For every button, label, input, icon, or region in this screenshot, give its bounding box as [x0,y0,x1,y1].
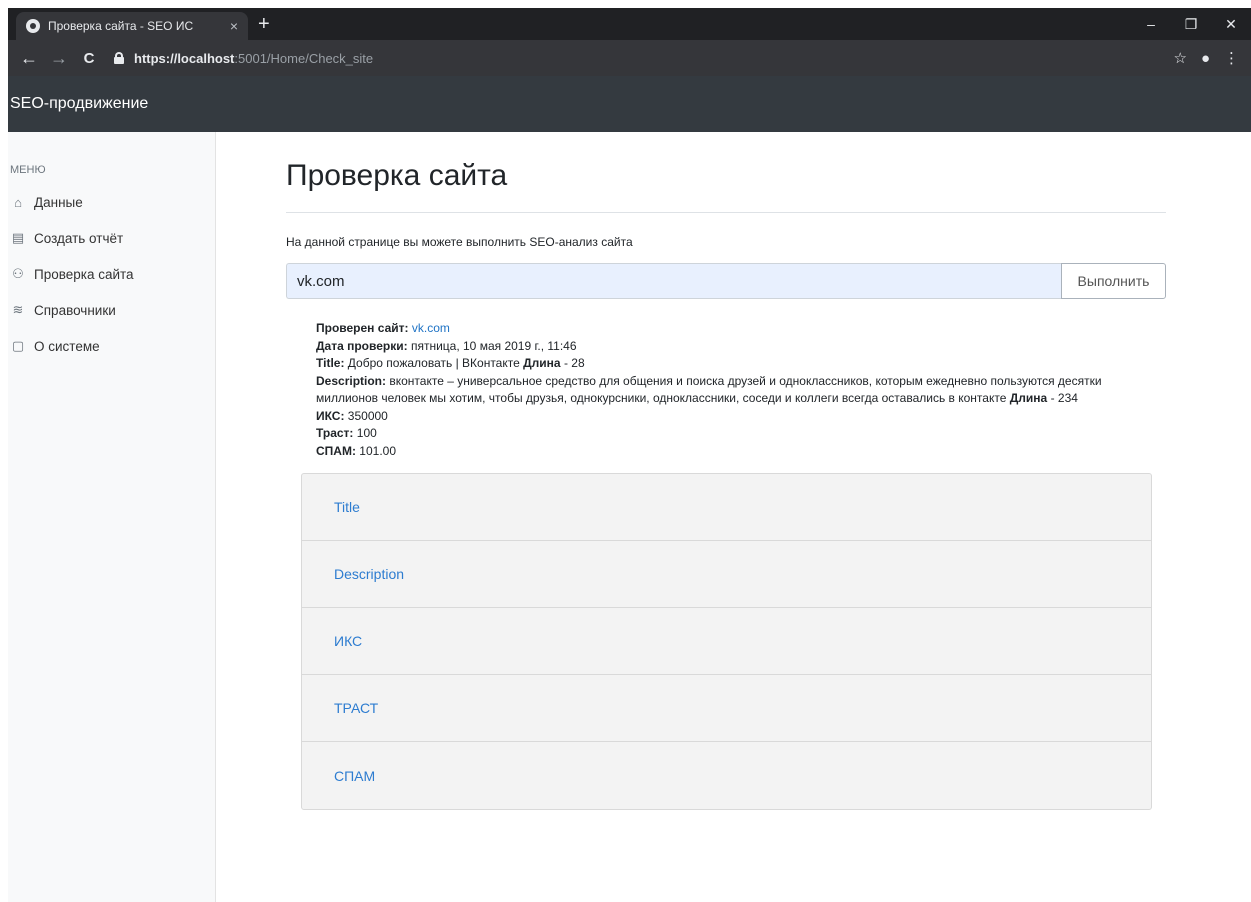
reload-icon[interactable]: C [76,50,102,67]
iks-value: 350000 [347,408,388,423]
accordion-item[interactable]: ИКС [302,608,1151,675]
title-divider [286,212,1166,213]
url-host: https://localhost [134,50,235,66]
page-title: Проверка сайта [286,159,508,192]
browser-menu-icon[interactable]: ⋮ [1224,49,1239,67]
title-value: Добро пожаловать | ВКонтакте [347,356,520,370]
favicon-icon [26,19,40,33]
result-title: Title: Добро пожаловать | ВКонтакте Длин… [316,355,1116,373]
description-length-value: - 234 [1050,391,1078,405]
accordion-item[interactable]: Title [302,474,1151,541]
file-text-icon: ▤ [11,230,25,245]
menu-heading: МЕНЮ [10,164,46,176]
maximize-icon[interactable]: ❐ [1171,8,1211,40]
sidebar: МЕНЮ ⌂ Данные ▤ Создать отчёт ⚇ Проверка сайт… [8,132,216,902]
results-accordion: Title Description ИКС ТРАСТ СПАМ [301,473,1152,810]
title-label: Title: [316,356,345,370]
browser-toolbar: ← → C https://localhost:5001/Home/Check_… [8,40,1251,76]
result-date: Дата проверки: пятница, 10 мая 2019 г., … [316,338,1116,356]
accordion-header-link[interactable]: ИКС [334,633,362,649]
forward-icon[interactable]: → [46,48,72,69]
result-site: Проверен сайт: vk.com [316,320,1116,338]
check-form: Выполнить [286,263,1166,299]
new-tab-button[interactable]: + [258,12,270,36]
tab-strip: Проверка сайта - SEO ИС × + – ❐ ✕ [8,8,1251,40]
trust-label: Траст: [316,426,354,440]
date-label: Дата проверки: [316,338,408,353]
site-input[interactable] [286,263,1061,299]
sidebar-item[interactable]: ≋ Справочники [8,292,215,328]
sidebar-item-label: О системе [34,338,100,354]
app-navbar: SEO-продвижение [8,76,1251,132]
lock-icon [114,52,124,64]
result-spam: СПАМ: 101.00 [316,443,1116,461]
main-content: Проверка сайта На данной странице вы мож… [286,132,1166,810]
date-value: пятница, 10 мая 2019 г., 11:46 [410,338,577,353]
accordion-item[interactable]: ТРАСТ [302,675,1151,742]
result-iks: ИКС: 350000 [316,408,1116,426]
run-button[interactable]: Выполнить [1061,263,1166,299]
sidebar-item-label: Создать отчёт [34,230,124,246]
page-layout: МЕНЮ ⌂ Данные ▤ Создать отчёт ⚇ Проверка сайт… [8,132,1251,902]
title-length-label: Длина [523,356,561,370]
sidebar-item-label: Справочники [34,302,116,318]
page-description: На данной странице вы можете выполнить S… [286,235,633,249]
description-value: вконтакте – универсальное средство для о… [316,373,1102,406]
browser-tab[interactable]: Проверка сайта - SEO ИС × [16,12,248,40]
trust-value: 100 [356,426,377,440]
checked-site-label: Проверен сайт: [316,321,409,335]
check-results: Проверен сайт: vk.com Дата проверки: пят… [316,320,1116,460]
users-icon: ⚇ [12,266,24,281]
tab-close-icon[interactable]: × [230,18,238,34]
minimize-icon[interactable]: – [1131,8,1171,40]
accordion-header-link[interactable]: ТРАСТ [334,700,378,716]
description-label: Description: [316,373,387,388]
title-length-value: - 28 [563,356,585,370]
result-trust: Траст: 100 [316,425,1116,443]
back-icon[interactable]: ← [16,48,42,69]
window-controls: – ❐ ✕ [1131,8,1251,40]
bookmark-star-icon[interactable]: ☆ [1173,49,1186,67]
browser-window: Проверка сайта - SEO ИС × + – ❐ ✕ ← → C … [8,8,1251,902]
spam-value: 101.00 [359,443,396,458]
home-icon: ⌂ [14,194,22,210]
layers-icon: ≋ [12,302,24,317]
checked-site-link[interactable]: vk.com [412,321,450,335]
tab-title: Проверка сайта - SEO ИС [48,19,194,33]
profile-icon[interactable]: ● [1201,50,1210,67]
url-path: :5001/Home/Check_site [234,50,374,66]
sidebar-item[interactable]: ▢ О системе [8,328,215,364]
accordion-item[interactable]: Description [302,541,1151,608]
sidebar-item-label: Данные [34,194,83,210]
toolbar-actions: ☆ ● ⋮ [1159,49,1243,68]
close-window-icon[interactable]: ✕ [1211,8,1251,40]
description-length-label: Длина [1009,391,1048,405]
file-icon: ▢ [11,338,25,353]
spam-label: СПАМ: [316,443,356,458]
accordion-header-link[interactable]: Title [334,499,360,515]
sidebar-item[interactable]: ⚇ Проверка сайта [8,256,215,292]
menu-list: ⌂ Данные ▤ Создать отчёт ⚇ Проверка сайта ≋ Спр… [8,184,215,364]
sidebar-item-label: Проверка сайта [34,266,134,282]
sidebar-item[interactable]: ⌂ Данные [8,184,215,220]
iks-label: ИКС: [316,408,345,423]
accordion-item[interactable]: СПАМ [302,742,1151,809]
brand-link[interactable]: SEO-продвижение [10,95,148,113]
sidebar-item[interactable]: ▤ Создать отчёт [8,220,215,256]
address-bar[interactable]: https://localhost:5001/Home/Check_site [106,44,1159,72]
accordion-header-link[interactable]: Description [334,566,404,582]
accordion-header-link[interactable]: СПАМ [334,768,375,784]
result-description: Description: вконтакте – универсальное с… [316,373,1116,408]
